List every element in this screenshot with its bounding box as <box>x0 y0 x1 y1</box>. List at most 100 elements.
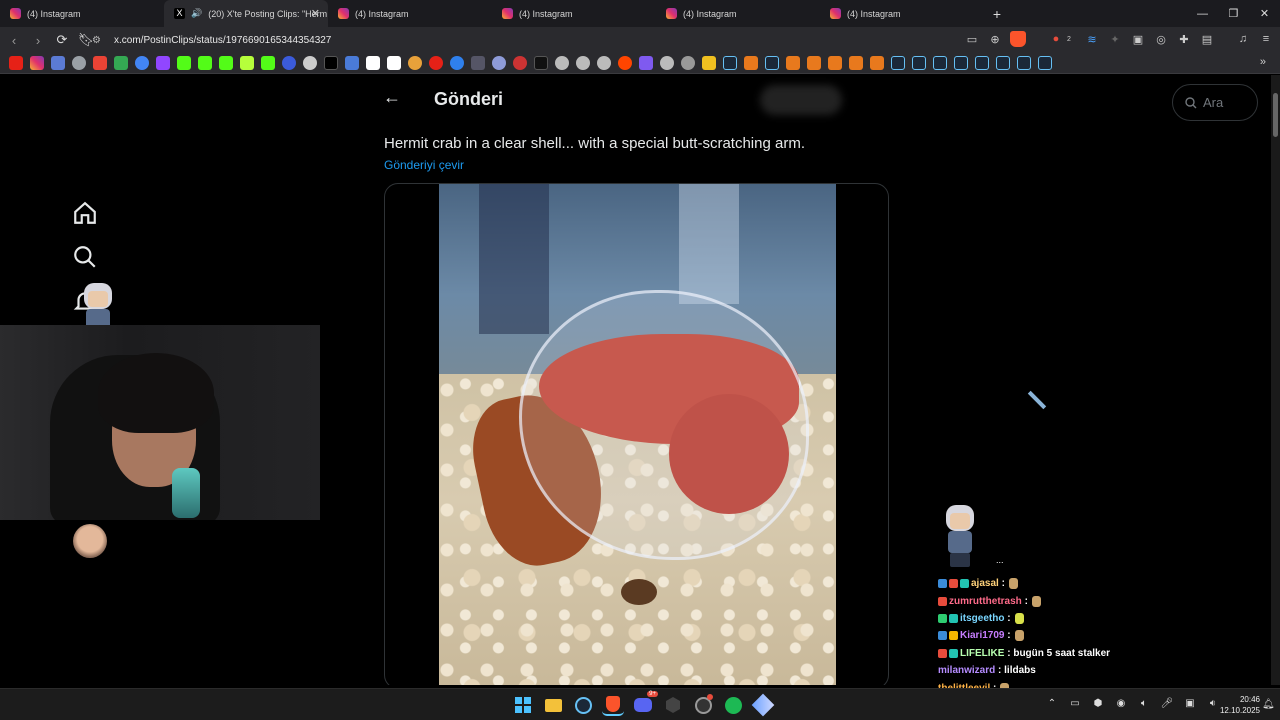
bookmark-icon[interactable] <box>240 56 254 70</box>
twitch-bookmark-icon[interactable] <box>156 56 170 70</box>
amazon-bookmark-icon[interactable] <box>387 56 401 70</box>
bookmark-icon[interactable] <box>450 56 464 70</box>
battery-icon[interactable]: ▭ <box>1069 697 1081 709</box>
browser-tab[interactable]: (4) Instagram <box>820 0 984 27</box>
search-input[interactable]: Ara <box>1172 84 1258 121</box>
bookmark-icon[interactable] <box>639 56 653 70</box>
brave-shields-icon[interactable] <box>1010 31 1026 47</box>
back-button[interactable]: ‹ <box>4 30 24 50</box>
notification-icon[interactable]: 🔔︎ <box>1262 699 1275 710</box>
bookmark-icon[interactable] <box>786 56 800 70</box>
volume-icon[interactable]: 🔈︎ <box>1138 697 1150 709</box>
folder-bookmark-icon[interactable] <box>702 56 716 70</box>
file-explorer-icon[interactable] <box>542 694 564 716</box>
bookmark-icon[interactable] <box>597 56 611 70</box>
more-bookmarks-icon[interactable]: » <box>1260 56 1266 68</box>
steam-bookmark-icon[interactable] <box>912 56 926 70</box>
bookmark-icon[interactable] <box>471 56 485 70</box>
browser-tab[interactable]: (4) Instagram <box>0 0 164 27</box>
extension-icon[interactable]: ▣ <box>1130 31 1146 47</box>
taskbar-clock[interactable]: 20:46 12.10.2025 <box>1205 694 1260 716</box>
bookmark-icon[interactable] <box>408 56 422 70</box>
bookmark-icon[interactable] <box>513 56 527 70</box>
steam-bookmark-icon[interactable] <box>975 56 989 70</box>
steam-bookmark-icon[interactable] <box>723 56 737 70</box>
browser-tab[interactable]: (4) Instagram <box>328 0 492 27</box>
bookmark-icon[interactable] <box>807 56 821 70</box>
tray-app-icon[interactable]: ⬢ <box>1092 697 1104 709</box>
kick-bookmark-icon[interactable] <box>219 56 233 70</box>
translate-post-link[interactable]: Gönderiyi çevir <box>384 158 464 172</box>
steam-bookmark-icon[interactable] <box>765 56 779 70</box>
home-icon[interactable] <box>72 200 98 226</box>
bookmark-icon[interactable] <box>744 56 758 70</box>
extension-icon[interactable]: ✦ <box>1107 31 1123 47</box>
bookmark-icon[interactable] <box>534 56 548 70</box>
bookmark-icon[interactable] <box>576 56 590 70</box>
maximize-button[interactable]: ❐ <box>1218 0 1249 27</box>
speaker-icon[interactable]: 🔊 <box>191 8 202 19</box>
extensions-puzzle-icon[interactable]: ✚ <box>1176 31 1192 47</box>
page-scrollbar[interactable] <box>1271 75 1280 685</box>
youtube-bookmark-icon[interactable] <box>9 56 23 70</box>
steam-icon[interactable] <box>572 694 594 716</box>
browser-tab-active[interactable]: X 🔊 (20) X'te Posting Clips: "Herm ✕ <box>164 0 328 27</box>
steam-bookmark-icon[interactable] <box>933 56 947 70</box>
browser-tab[interactable]: (4) Instagram <box>492 0 656 27</box>
bookmark-icon[interactable] <box>72 56 86 70</box>
bookmark-icon[interactable] <box>366 56 380 70</box>
avatar[interactable] <box>73 524 107 558</box>
minimize-button[interactable]: — <box>1187 0 1218 27</box>
x-bookmark-icon[interactable] <box>324 56 338 70</box>
microphone-icon[interactable]: 🎤︎ <box>1161 697 1174 709</box>
menu-icon[interactable]: ≡ <box>1258 31 1274 47</box>
bookmark-icon[interactable] <box>660 56 674 70</box>
back-arrow-icon[interactable]: ← <box>383 87 401 108</box>
app-icon[interactable] <box>662 694 684 716</box>
app-icon[interactable] <box>751 693 775 717</box>
bookmark-icon[interactable] <box>849 56 863 70</box>
bookmark-icon[interactable] <box>681 56 695 70</box>
steam-bookmark-icon[interactable] <box>891 56 905 70</box>
scrollbar-thumb[interactable] <box>1273 93 1278 137</box>
gmail-bookmark-icon[interactable] <box>93 56 107 70</box>
bookmark-icon[interactable] <box>135 56 149 70</box>
close-tab-button[interactable]: ✕ <box>311 7 320 20</box>
close-window-button[interactable]: ✕ <box>1249 0 1280 27</box>
drive-bookmark-icon[interactable] <box>114 56 128 70</box>
tray-expand-icon[interactable]: ⌃ <box>1046 697 1058 709</box>
reload-button[interactable]: ⟳ <box>52 30 72 50</box>
zoom-icon[interactable]: ⊕ <box>987 31 1003 47</box>
bookmark-icon[interactable] <box>870 56 884 70</box>
new-tab-button[interactable]: + <box>984 0 1010 27</box>
bookmark-icon[interactable] <box>555 56 569 70</box>
url-field[interactable]: ⚙ x.com/PostinClips/status/1976690165344… <box>92 30 1102 50</box>
steam-tray-icon[interactable]: ◉ <box>1115 697 1127 709</box>
brave-browser-icon[interactable] <box>602 694 624 716</box>
sidebar-icon[interactable]: ▤ <box>1199 31 1215 47</box>
extension-icon[interactable]: ≋ <box>1084 31 1100 47</box>
reddit-bookmark-icon[interactable] <box>618 56 632 70</box>
bookmark-icon[interactable] <box>492 56 506 70</box>
kick-bookmark-icon[interactable] <box>177 56 191 70</box>
bookmark-icon[interactable] <box>282 56 296 70</box>
browser-tab[interactable]: (4) Instagram <box>656 0 820 27</box>
post-media[interactable] <box>384 183 889 685</box>
media-icon[interactable]: ♫ <box>1235 31 1251 47</box>
spotify-icon[interactable] <box>722 694 744 716</box>
bookmark-icon[interactable] <box>51 56 65 70</box>
site-settings-icon[interactable]: ⚙ <box>92 35 106 46</box>
bookmark-icon[interactable] <box>345 56 359 70</box>
steam-bookmark-icon[interactable] <box>954 56 968 70</box>
forward-button[interactable]: › <box>28 30 48 50</box>
kick-bookmark-icon[interactable] <box>261 56 275 70</box>
cast-icon[interactable]: ▭ <box>964 31 980 47</box>
bookmark-icon[interactable] <box>303 56 317 70</box>
steam-bookmark-icon[interactable] <box>1038 56 1052 70</box>
bookmark-icon[interactable] <box>828 56 842 70</box>
extension-icon[interactable]: ◎ <box>1153 31 1169 47</box>
steam-bookmark-icon[interactable] <box>996 56 1010 70</box>
kick-bookmark-icon[interactable] <box>198 56 212 70</box>
windows-start-icon[interactable] <box>512 694 534 716</box>
hermit-crab-video[interactable] <box>439 184 836 685</box>
